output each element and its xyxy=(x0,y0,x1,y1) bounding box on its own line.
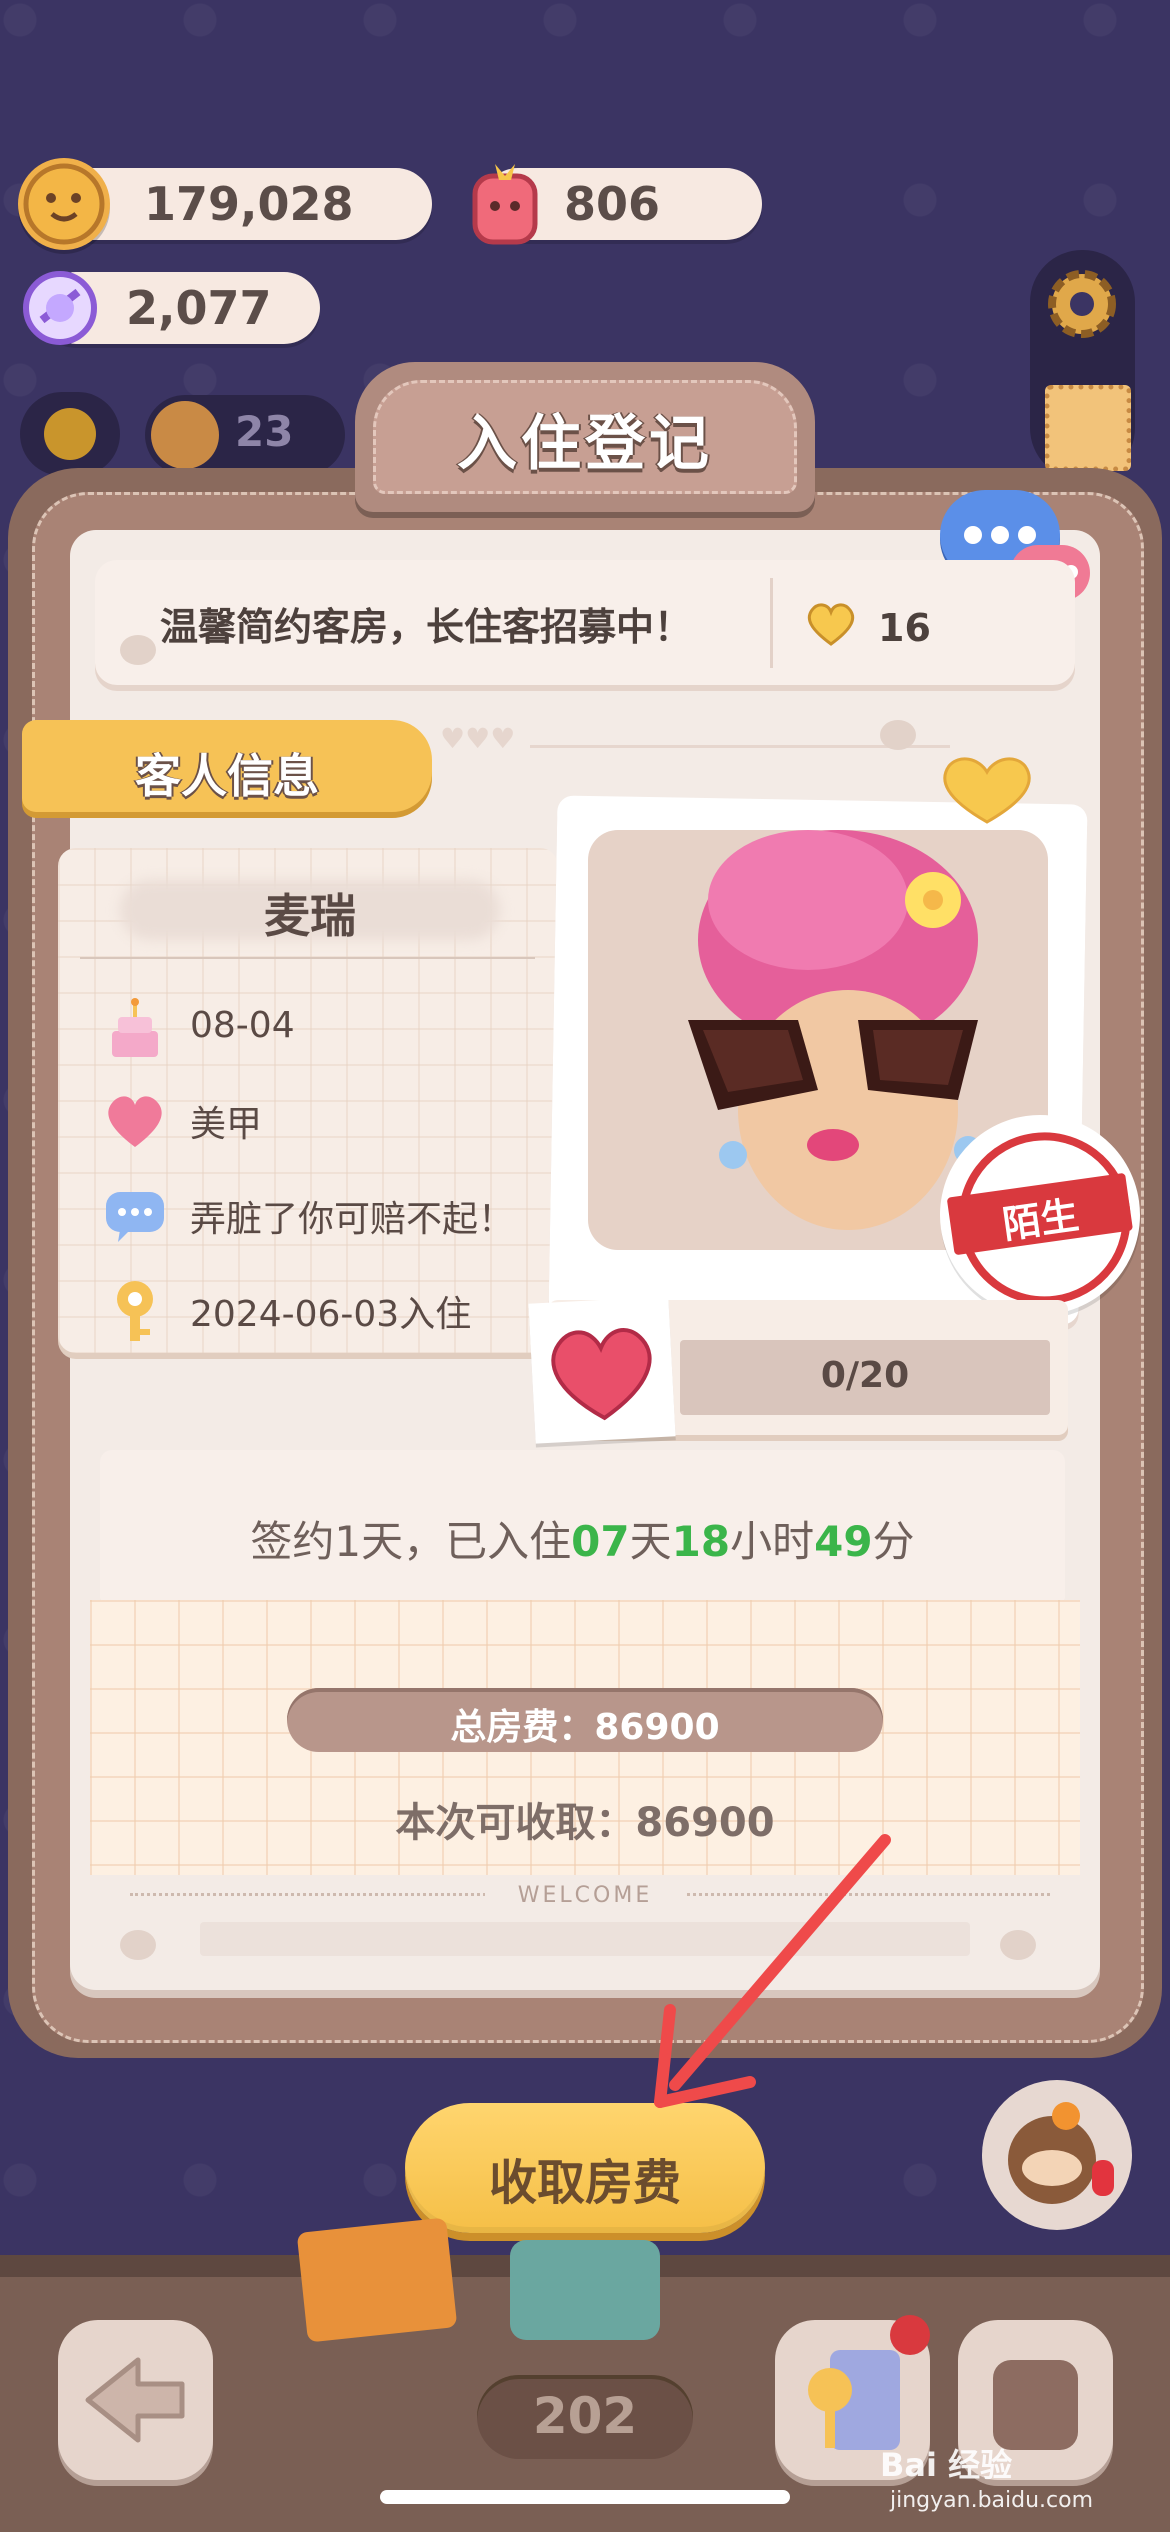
cookie-count: 179,028 xyxy=(144,177,354,231)
collectable-fee-text: 本次可收取：86900 xyxy=(395,1800,775,1846)
paw-icon xyxy=(120,1930,156,1960)
ad-like-count: 16 xyxy=(878,606,931,650)
level-pill[interactable]: 23 xyxy=(145,395,345,475)
collect-rent-button-label: 收取房费 xyxy=(488,2155,681,2211)
baidu-watermark-url: jingyan.baidu.com xyxy=(890,2488,1094,2513)
contract-days-unit: 天 xyxy=(629,1517,672,1566)
contract-prefix: 签约1天，已入住 xyxy=(250,1517,572,1566)
contract-hours-unit: 小时 xyxy=(730,1517,815,1566)
contract-hours: 18 xyxy=(671,1517,731,1566)
home-indicator[interactable] xyxy=(380,2490,790,2504)
folder-icon[interactable] xyxy=(296,2217,458,2343)
key-icon xyxy=(100,1275,170,1345)
gem-count: 806 xyxy=(564,177,661,231)
stamp-card-icon[interactable] xyxy=(1045,385,1131,471)
annotation-arrow xyxy=(654,1834,891,2108)
page-title: 入住登记 xyxy=(457,409,713,479)
contract-days: 07 xyxy=(571,1517,630,1566)
heart-pink-icon xyxy=(100,1085,170,1155)
affection-progress-text: 0/20 xyxy=(820,1355,910,1396)
map-icon[interactable] xyxy=(510,2240,660,2340)
guest-info-label-text: 客人信息 xyxy=(135,749,319,803)
back-button[interactable] xyxy=(58,2320,213,2480)
avatar xyxy=(151,401,219,469)
quote-text: 弄脏了你可赔不起！ xyxy=(190,1199,515,1240)
room-number: 202 xyxy=(532,2387,638,2445)
ad-banner-text: 温馨简约客房，长住客招募中！ xyxy=(160,605,693,649)
gem-icon xyxy=(465,158,545,250)
cake-icon xyxy=(100,995,170,1065)
total-fee-text: 总房费：86900 xyxy=(450,1707,720,1748)
notification-dot xyxy=(890,2315,930,2355)
level-number: 23 xyxy=(235,407,294,456)
baidu-watermark: Bai 经验 xyxy=(880,2446,1013,2484)
candy-icon xyxy=(14,262,106,354)
candy-count: 2,077 xyxy=(126,281,272,335)
sun-button[interactable] xyxy=(20,392,120,476)
birthday-text: 08-04 xyxy=(190,1005,295,1046)
contract-text: 签约1天，已入住07天18小时49分 xyxy=(100,1508,1065,1569)
hobby-text: 美甲 xyxy=(190,1104,263,1145)
speech-bubble-icon xyxy=(100,1180,170,1250)
ad-divider xyxy=(770,578,773,668)
back-arrow-icon xyxy=(85,2357,185,2443)
paw-icon xyxy=(120,635,156,665)
heart-divider: ♥♥♥ xyxy=(440,722,516,755)
guest-name: 麦瑞 xyxy=(264,889,356,943)
raccoon-helper-button[interactable] xyxy=(982,2080,1132,2230)
affection-heart-card xyxy=(528,1296,676,1444)
heart-badge-icon[interactable] xyxy=(935,752,1039,824)
contract-minutes: 49 xyxy=(814,1517,873,1566)
heart-icon xyxy=(804,600,858,646)
name-underline xyxy=(80,957,535,959)
paw-icon xyxy=(1000,1930,1036,1960)
checkin-text: 2024-06-03入住 xyxy=(190,1294,472,1335)
contract-minutes-unit: 分 xyxy=(872,1517,915,1566)
paw-icon xyxy=(880,720,916,750)
cookie-icon xyxy=(18,158,110,250)
gear-icon[interactable] xyxy=(1040,262,1124,346)
